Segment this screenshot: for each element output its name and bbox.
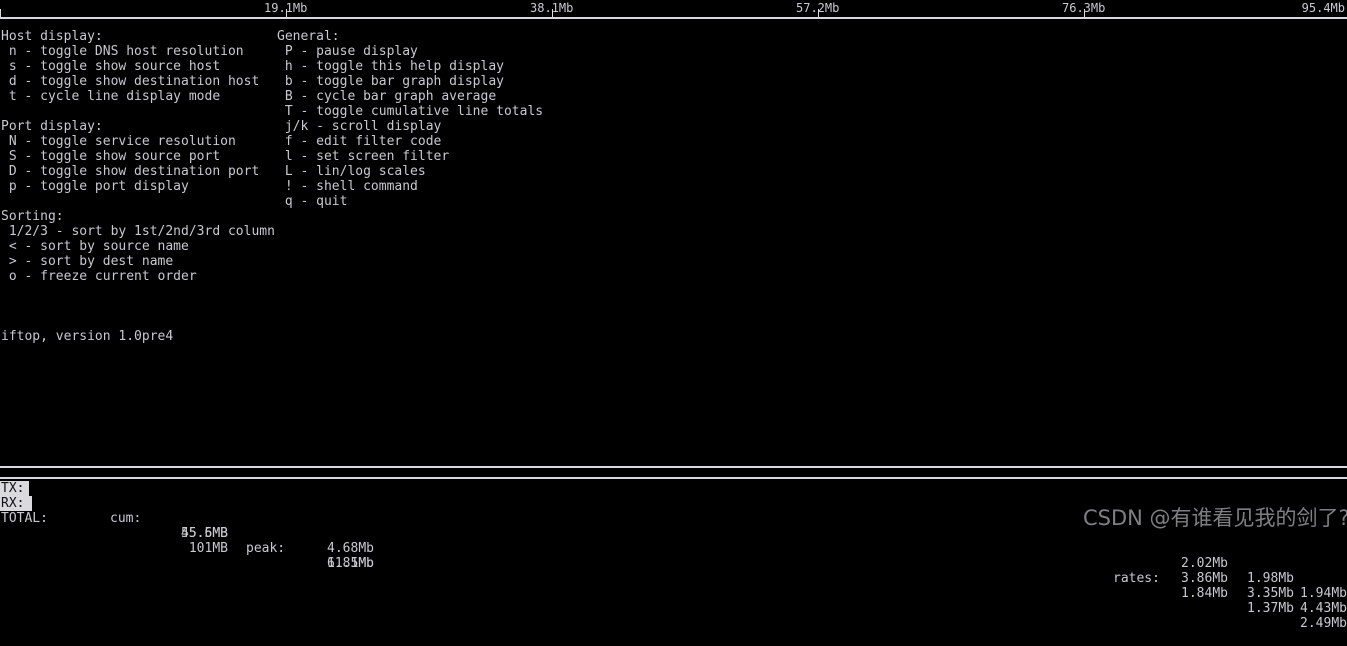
summary-bottom-rule xyxy=(0,477,1347,479)
scale-baseline xyxy=(0,17,1347,19)
help-right-item-6: j/k - scroll display xyxy=(277,119,442,134)
help-right-item-1: P - pause display xyxy=(277,44,418,59)
total-rate-40s: 4.43Mb xyxy=(1300,601,1347,616)
rx-rate-2s: 2.02Mb xyxy=(1181,556,1228,571)
summary-top-rule xyxy=(0,466,1347,468)
rx-rate-10s: 1.98Mb xyxy=(1247,571,1294,586)
help-left-item-9: D - toggle show destination port xyxy=(1,164,260,179)
help-screen: Host display: n - toggle DNS host resolu… xyxy=(0,29,1347,459)
scale-tick-1 xyxy=(552,9,553,17)
help-left-heading-6: Port display: xyxy=(1,119,103,134)
help-left-item-10: p - toggle port display xyxy=(1,179,189,194)
summary-panel: TX: cum: 45.5MB peak: 6.81Mb rates: 1.84… xyxy=(0,481,1347,631)
help-right-item-4: B - cycle bar graph average xyxy=(277,89,497,104)
help-left-item-16: o - freeze current order xyxy=(1,269,197,284)
help-right-item-9: L - lin/log scales xyxy=(277,164,426,179)
summary-row-tx: TX: cum: 45.5MB peak: 6.81Mb rates: 1.84… xyxy=(0,481,1347,631)
help-column-right: General: P - pause display h - toggle th… xyxy=(277,29,543,209)
total-direction-label: TOTAL: xyxy=(1,511,48,526)
help-left-item-3: d - toggle show destination host xyxy=(1,74,260,89)
bandwidth-scale-bar: 19.1Mb 38.1Mb 57.2Mb 76.3Mb 95.4Mb xyxy=(0,0,1347,22)
tx-rate-10s: 1.37Mb xyxy=(1247,601,1294,616)
help-left-heading-0: Host display: xyxy=(1,29,103,44)
tx-direction-label: TX: xyxy=(0,481,29,496)
help-left-item-2: s - toggle show source host xyxy=(1,59,221,74)
scale-tick-origin xyxy=(0,9,1,17)
help-left-heading-12: Sorting: xyxy=(1,209,64,224)
tx-rate-2s: 1.84Mb xyxy=(1181,586,1228,601)
help-right-item-10: ! - shell command xyxy=(277,179,418,194)
help-left-item-15: > - sort by dest name xyxy=(1,254,174,269)
total-rate-2s: 3.86Mb xyxy=(1181,571,1228,586)
scale-tick-3 xyxy=(1084,9,1085,17)
rates-label: rates: xyxy=(1113,571,1160,586)
help-right-heading-0: General: xyxy=(277,29,340,44)
help-left-item-8: S - toggle show source port xyxy=(1,149,221,164)
scale-tick-2 xyxy=(818,9,819,17)
rx-direction-label: RX: xyxy=(0,496,32,511)
help-left-spacer-5 xyxy=(1,104,275,119)
help-column-left: Host display: n - toggle DNS host resolu… xyxy=(1,29,275,284)
help-right-item-5: T - toggle cumulative line totals xyxy=(277,104,544,119)
total-cum-value: 101MB xyxy=(188,541,228,556)
help-right-item-7: f - edit filter code xyxy=(277,134,442,149)
total-rate-10s: 3.35Mb xyxy=(1247,586,1294,601)
scale-tick-0 xyxy=(286,9,287,17)
rx-rate-40s: 1.94Mb xyxy=(1300,586,1347,601)
help-right-item-8: l - set screen filter xyxy=(277,149,450,164)
help-left-item-14: < - sort by source name xyxy=(1,239,189,254)
total-peak-value: 11.5Mb xyxy=(327,556,374,571)
peak-label: peak: xyxy=(246,541,286,556)
help-left-item-4: t - cycle line display mode xyxy=(1,89,221,104)
help-right-item-3: b - toggle bar graph display xyxy=(277,74,504,89)
tx-rate-40s: 2.49Mb xyxy=(1300,616,1347,631)
help-left-item-7: N - toggle service resolution xyxy=(1,134,236,149)
rx-peak-value: 4.68Mb xyxy=(327,541,374,556)
version-line: iftop, version 1.0pre4 xyxy=(1,329,174,344)
help-right-item-11: q - quit xyxy=(277,194,348,209)
summary-row-rx: RX: 55.6MB 4.68Mb 2.02Mb 1.98Mb 1.94Mb xyxy=(0,496,1347,601)
summary-row-total: TOTAL: 101MB 11.5Mb 3.86Mb 3.35Mb 4.43Mb xyxy=(0,511,1347,616)
help-left-spacer-11 xyxy=(1,194,275,209)
scale-label-4: 95.4Mb xyxy=(1301,1,1345,15)
help-right-item-2: h - toggle this help display xyxy=(277,59,504,74)
help-left-item-13: 1/2/3 - sort by 1st/2nd/3rd column xyxy=(1,224,275,239)
help-left-item-1: n - toggle DNS host resolution xyxy=(1,44,244,59)
